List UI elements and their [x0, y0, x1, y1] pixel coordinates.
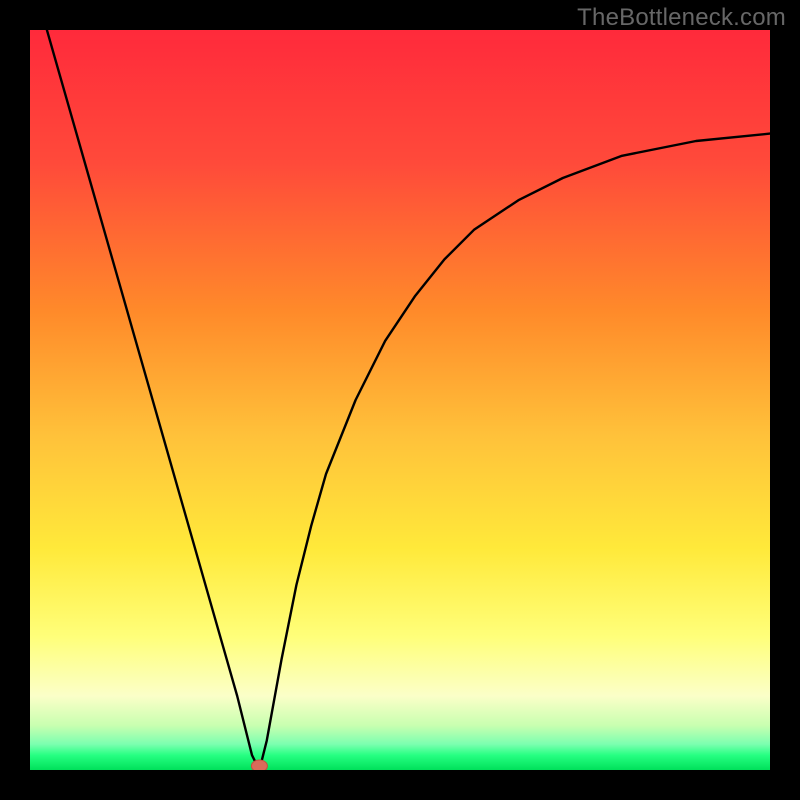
min-marker: [251, 760, 267, 770]
chart-frame: TheBottleneck.com: [0, 0, 800, 800]
watermark-text: TheBottleneck.com: [577, 4, 786, 32]
bottleneck-chart: [30, 30, 770, 770]
gradient-background: [30, 30, 770, 770]
